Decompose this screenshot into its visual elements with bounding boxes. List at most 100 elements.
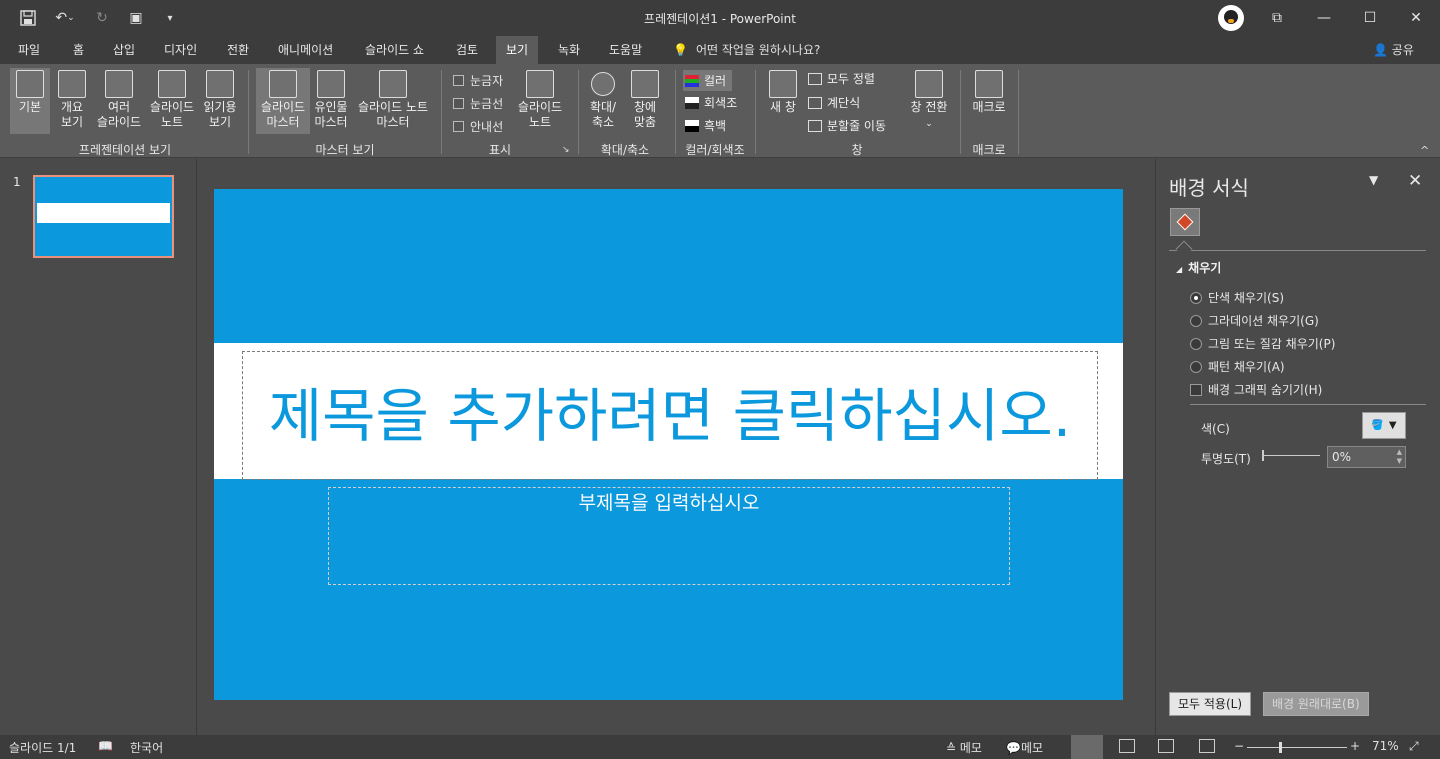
switch-windows-button[interactable]: 창 전환 ⌄ [905,68,953,132]
person-icon: 👤 [1373,43,1388,57]
ribbon-tabs: 파일 홈 삽입 디자인 전환 애니메이션 슬라이드 쇼 검토 보기 녹화 도움말… [0,36,1440,64]
fill-section-header[interactable]: ◢ 채우기 [1176,259,1221,276]
collapse-ribbon-icon[interactable]: ^ [1420,144,1429,157]
pattern-fill-radio[interactable]: 패턴 채우기(A) [1190,358,1285,375]
arrange-all-button[interactable]: 모두 정렬 [808,70,875,87]
color-picker-button[interactable]: 🪣 ▼ [1362,412,1406,439]
notes-toggle[interactable]: ≙ 메모 [946,739,982,756]
tab-help[interactable]: 도움말 [599,36,652,64]
zoom-slider[interactable] [1247,747,1347,748]
tab-recording[interactable]: 녹화 [548,36,590,64]
pane-divider [1190,404,1426,405]
reset-background-button[interactable]: 배경 원래대로(B) [1263,692,1369,716]
ribbon: 기본 개요 보기 여러 슬라이드 슬라이드 노트 읽기용 보기 프레젠테이션 보… [0,64,1440,158]
tab-file[interactable]: 파일 [8,36,50,64]
close-button[interactable]: ✕ [1393,6,1439,30]
outline-view-button[interactable]: 개요 보기 [52,68,92,130]
switch-windows-icon [915,70,943,98]
tab-home[interactable]: 홈 [63,36,94,64]
outline-view-icon [58,70,86,98]
black-white-mode-button[interactable]: 흑백 [685,117,726,134]
new-window-button[interactable]: 새 창 [765,68,801,115]
tab-insert[interactable]: 삽입 [103,36,145,64]
pane-options-icon[interactable]: ▼ [1369,173,1378,187]
chevron-down-icon: ▼ [1388,420,1397,431]
zoom-level[interactable]: 71% [1372,739,1399,753]
zoom-slider-thumb[interactable] [1279,742,1282,753]
slide-master-button[interactable]: 슬라이드 마스터 [256,68,310,134]
reading-view-button[interactable]: 읽기용 보기 [200,68,240,130]
zoom-button[interactable]: 확대/ 축소 [585,68,621,130]
fit-window-icon [631,70,659,98]
language-indicator[interactable]: 한국어 [130,739,163,756]
user-avatar[interactable] [1218,5,1244,31]
color-mode-button[interactable]: 컬러 [683,70,733,91]
slide-sorter-button[interactable]: 여러 슬라이드 [94,68,144,130]
apply-to-all-button[interactable]: 모두 적용(L) [1169,692,1252,716]
format-background-pane: 배경 서식 ▼ ✕ ◢ 채우기 단색 채우기(S) 그라데이션 채우기(G) 그림… [1155,159,1440,735]
tab-transitions[interactable]: 전환 [217,36,259,64]
hide-background-graphics-checkbox[interactable]: 배경 그래픽 숨기기(H) [1190,381,1322,398]
tab-design[interactable]: 디자인 [154,36,207,64]
gridlines-checkbox[interactable]: 눈금선 [453,95,503,112]
subtitle-placeholder[interactable]: 부제목을 입력하십시오 [328,487,1010,585]
guides-checkbox[interactable]: 안내선 [453,118,503,135]
dialog-launcher-icon[interactable]: ↘ [562,145,570,155]
slide-sorter-status-icon[interactable] [1119,739,1135,753]
fit-to-window-button[interactable]: 창에 맞춤 [627,68,663,130]
magnifier-icon [591,72,615,96]
spin-arrows-icon[interactable]: ▲ ▼ [1397,448,1402,466]
share-button[interactable]: 👤 공유 [1373,36,1414,64]
maximize-button[interactable]: ☐ [1347,6,1393,30]
grayscale-mode-button[interactable]: 회색조 [685,94,737,111]
arrange-all-icon [808,72,822,85]
slideshow-status-icon[interactable] [1199,739,1215,753]
fill-bucket-icon[interactable] [1170,208,1200,236]
cascade-button[interactable]: 계단식 [808,94,860,111]
spellcheck-icon[interactable]: 📖 [98,739,113,753]
ribbon-separator [675,70,676,154]
notes-button[interactable]: 슬라이드 노트 [514,68,566,130]
pane-divider-notch [1175,240,1193,258]
slide-master-icon [269,70,297,98]
new-window-icon [769,70,797,98]
group-label-macros: 매크로 [972,143,1006,157]
tab-slideshow[interactable]: 슬라이드 쇼 [355,36,434,64]
transparency-slider[interactable] [1264,455,1320,456]
tell-me-search[interactable]: 💡 어떤 작업을 원하시나요? [673,36,820,64]
zoom-out-button[interactable]: − [1234,739,1244,753]
group-label-zoom: 확대/축소 [600,143,650,157]
title-placeholder[interactable]: 제목을 추가하려면 클릭하십시오. [242,351,1098,480]
zoom-in-button[interactable]: + [1350,739,1360,753]
tab-animations[interactable]: 애니메이션 [268,36,343,64]
reading-view-icon [206,70,234,98]
color-swatch-icon [685,74,699,87]
comments-toggle[interactable]: 💬메모 [1006,739,1043,756]
group-label-window: 창 [851,143,863,157]
gradient-fill-radio[interactable]: 그라데이션 채우기(G) [1190,312,1319,329]
move-split-button[interactable]: 분할줄 이동 [808,117,886,134]
tab-review[interactable]: 검토 [446,36,488,64]
normal-view-button[interactable]: 기본 [10,68,50,134]
picture-fill-radio[interactable]: 그림 또는 질감 채우기(P) [1190,335,1335,352]
slide-thumbnail[interactable] [33,175,174,258]
pane-divider [1169,250,1426,251]
ribbon-display-options-icon[interactable]: ⧉ [1254,6,1300,30]
handout-master-button[interactable]: 유인물 마스터 [311,68,351,130]
minimize-button[interactable]: — [1301,6,1347,30]
solid-fill-radio[interactable]: 단색 채우기(S) [1190,289,1284,306]
reading-view-status-icon[interactable] [1158,739,1174,753]
handout-master-icon [317,70,345,98]
transparency-input[interactable]: 0% ▲ ▼ [1327,446,1406,468]
macros-button[interactable]: 매크로 [968,68,1010,115]
normal-view-status-icon[interactable] [1071,735,1103,759]
fit-slide-icon[interactable]: ⤢ [1409,739,1419,754]
tab-view[interactable]: 보기 [496,36,539,64]
cascade-icon [808,96,822,109]
ruler-checkbox[interactable]: 눈금자 [453,72,503,89]
slide-canvas[interactable]: 제목을 추가하려면 클릭하십시오. 부제목을 입력하십시오 [214,189,1123,700]
notes-icon [526,70,554,98]
notes-master-button[interactable]: 슬라이드 노트 마스터 [353,68,433,130]
notes-page-button[interactable]: 슬라이드 노트 [146,68,198,130]
close-icon[interactable]: ✕ [1408,171,1422,191]
